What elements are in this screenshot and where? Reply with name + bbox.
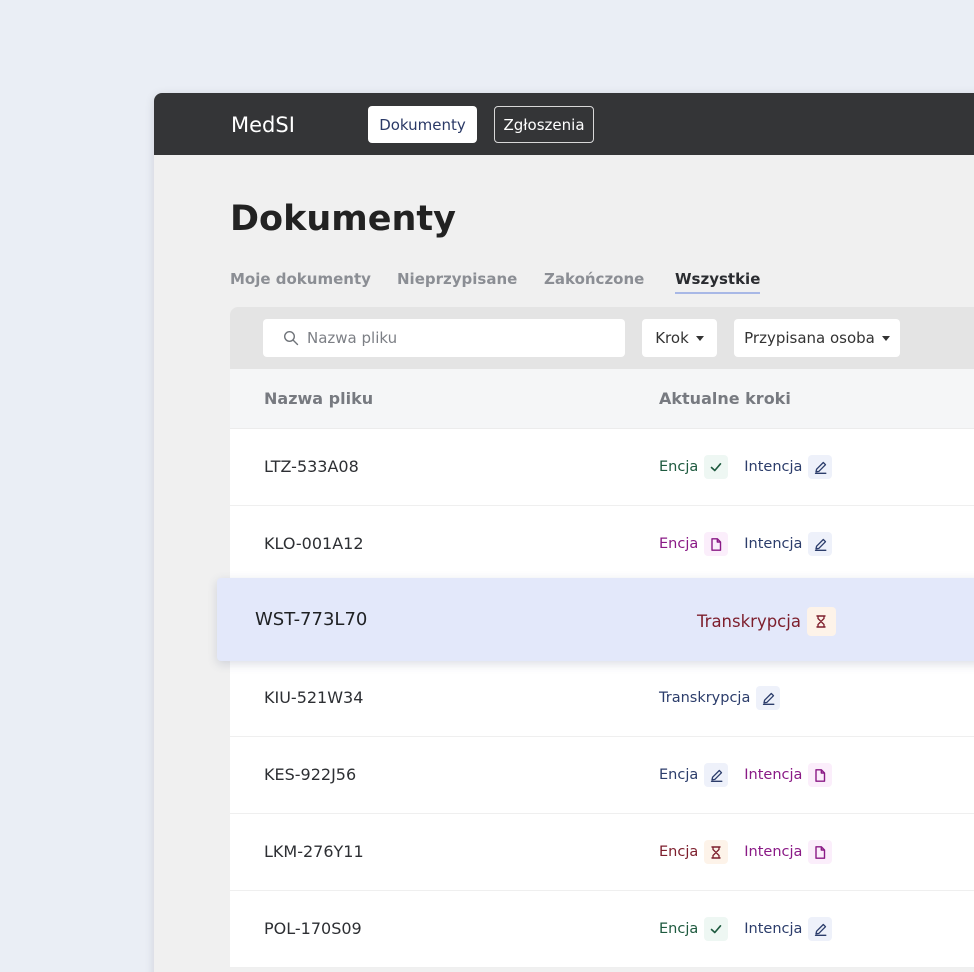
page-title: Dokumenty [230, 199, 456, 239]
step-label: Transkrypcja [697, 612, 801, 631]
step-status[interactable]: Encja [659, 455, 729, 479]
table-row[interactable]: LKM-276Y11 Encja Intencja [230, 814, 974, 891]
current-steps: Encja Intencja [659, 763, 833, 787]
current-steps: Encja Intencja [659, 917, 833, 941]
current-steps: Transkrypcja [659, 686, 781, 710]
current-steps: Encja Intencja [659, 840, 833, 864]
table-row-highlighted[interactable]: WST-773L70 Transkrypcja [217, 578, 974, 661]
step-label: Intencja [744, 536, 803, 552]
file-name: LKM-276Y11 [264, 842, 364, 861]
chevron-down-icon [695, 335, 704, 341]
assignee-filter-label: Przypisana osoba [744, 329, 875, 347]
chevron-down-icon [881, 335, 890, 341]
assignee-filter-dropdown[interactable]: Przypisana osoba [734, 319, 900, 357]
table-row[interactable]: LTZ-533A08 Encja Intencja [230, 429, 974, 506]
step-filter-dropdown[interactable]: Krok [642, 319, 717, 357]
nav-zgloszenia-button[interactable]: Zgłoszenia [494, 106, 594, 143]
search-icon [283, 330, 299, 346]
file-name: KLO-001A12 [264, 534, 364, 553]
step-label: Intencja [744, 921, 803, 937]
tab-wszystkie[interactable]: Wszystkie [675, 270, 761, 294]
step-filter-label: Krok [655, 329, 689, 347]
document-icon [808, 840, 833, 864]
step-status[interactable]: Intencja [744, 763, 833, 787]
column-header-current-steps[interactable]: Aktualne kroki [659, 389, 791, 408]
column-header-file-name[interactable]: Nazwa pliku [264, 389, 373, 408]
pencil-icon [756, 686, 781, 710]
table-row[interactable]: POL-170S09 Encja Intencja [230, 891, 974, 968]
file-name: WST-773L70 [255, 609, 368, 630]
step-label: Encja [659, 536, 699, 552]
document-icon [704, 532, 729, 556]
documents-table: Nazwa pliku Aktualne kroki LTZ-533A08 Enc… [230, 369, 974, 968]
tab-nieprzypisane[interactable]: Nieprzypisane [397, 270, 517, 288]
table-header: Nazwa pliku Aktualne kroki [230, 369, 974, 429]
step-status[interactable]: Intencja [744, 840, 833, 864]
step-label: Encja [659, 921, 699, 937]
step-label: Encja [659, 844, 699, 860]
step-status[interactable]: Intencja [744, 917, 833, 941]
current-steps: Transkrypcja [697, 607, 836, 636]
top-navbar: MedSI Dokumenty Zgłoszenia [154, 93, 974, 155]
pencil-icon [808, 532, 833, 556]
file-name: LTZ-533A08 [264, 457, 359, 476]
hourglass-icon [704, 840, 729, 864]
step-status[interactable]: Encja [659, 532, 729, 556]
step-label: Encja [659, 459, 699, 475]
step-status[interactable]: Intencja [744, 532, 833, 556]
search-box[interactable] [263, 319, 625, 357]
file-name: POL-170S09 [264, 919, 362, 938]
pencil-icon [808, 917, 833, 941]
hourglass-icon [806, 607, 836, 636]
table-body: LTZ-533A08 Encja Intencja KLO-001A12 Encja In… [230, 429, 974, 968]
brand-logo[interactable]: MedSI [231, 113, 295, 137]
current-steps: Encja Intencja [659, 455, 833, 479]
check-icon [704, 455, 729, 479]
tab-zakonczone[interactable]: Zakończone [544, 270, 644, 288]
file-name: KIU-521W34 [264, 688, 364, 707]
step-status[interactable]: Transkrypcja [697, 607, 836, 636]
tab-moje-dokumenty[interactable]: Moje dokumenty [230, 270, 371, 288]
pencil-icon [704, 763, 729, 787]
step-status[interactable]: Encja [659, 917, 729, 941]
app-window: MedSI Dokumenty Zgłoszenia Dokumenty Moj… [154, 93, 974, 972]
nav-dokumenty-button[interactable]: Dokumenty [368, 106, 477, 143]
step-status[interactable]: Encja [659, 763, 729, 787]
filter-bar: Krok Przypisana osoba [230, 307, 974, 369]
step-status[interactable]: Encja [659, 840, 729, 864]
pencil-icon [808, 455, 833, 479]
table-row[interactable]: KES-922J56 Encja Intencja [230, 737, 974, 814]
step-label: Transkrypcja [659, 690, 751, 706]
step-status[interactable]: Intencja [744, 455, 833, 479]
step-label: Intencja [744, 459, 803, 475]
step-label: Encja [659, 767, 699, 783]
search-input[interactable] [307, 329, 607, 347]
check-icon [704, 917, 729, 941]
step-label: Intencja [744, 844, 803, 860]
current-steps: Encja Intencja [659, 532, 833, 556]
step-label: Intencja [744, 767, 803, 783]
step-status[interactable]: Transkrypcja [659, 686, 781, 710]
document-icon [808, 763, 833, 787]
file-name: KES-922J56 [264, 765, 357, 784]
table-row[interactable]: KIU-521W34 Transkrypcja [230, 660, 974, 737]
table-row[interactable]: KLO-001A12 Encja Intencja [230, 506, 974, 583]
